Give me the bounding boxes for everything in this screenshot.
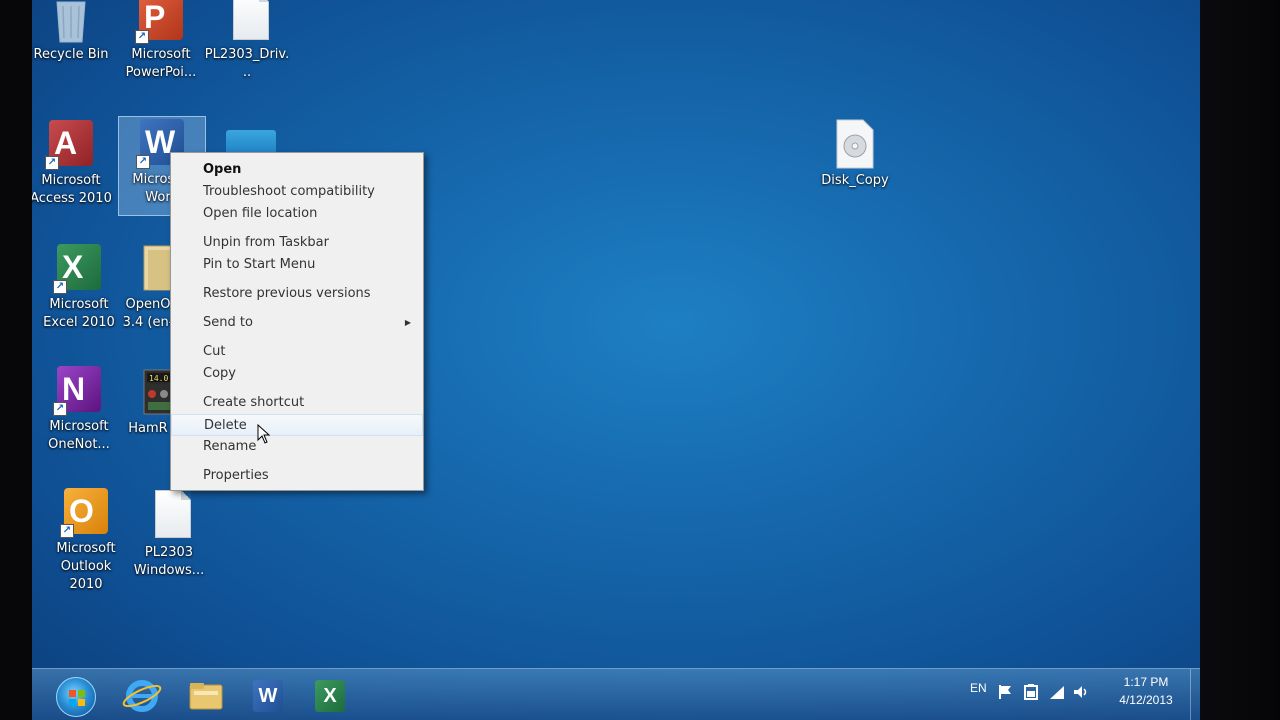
- menu-item-rename[interactable]: Rename: [171, 436, 423, 458]
- desktop-icon-label: PL2303 Windows...: [133, 545, 205, 578]
- folder-icon: [122, 242, 174, 294]
- desktop-icon-outlook[interactable]: O ↗ Microsoft Outlook 2010: [43, 486, 129, 594]
- mouse-cursor-icon: [257, 423, 271, 444]
- menu-item-troubleshoot-compatibility[interactable]: Troubleshoot compatibility: [171, 181, 423, 203]
- recycle-bin-icon: [45, 0, 97, 44]
- desktop-icon-onenote[interactable]: N ↗ Microsoft OneNot...: [36, 364, 122, 454]
- desktop-icon-label: Microsoft PowerPoi...: [125, 47, 197, 80]
- menu-item-pin-to-start-menu[interactable]: Pin to Start Menu: [171, 254, 423, 276]
- excel-icon: X: [315, 680, 345, 712]
- desktop-icon-excel[interactable]: X ↗ Microsoft Excel 2010: [36, 242, 122, 332]
- submenu-arrow-icon: ▶: [404, 318, 411, 327]
- volume-icon[interactable]: [1072, 683, 1090, 701]
- desktop-icon-recycle-bin[interactable]: Recycle Bin: [32, 0, 114, 64]
- power-icon[interactable]: [1022, 683, 1040, 701]
- desktop-icon-hamradio[interactable]: 14.0 HamR: [118, 366, 178, 438]
- menu-separator: [171, 385, 423, 392]
- svg-text:14.0: 14.0: [149, 374, 168, 383]
- desktop-icon-label: PL2303_Driv...: [204, 47, 290, 80]
- taskbar-excel[interactable]: X: [308, 677, 352, 715]
- taskbar-internet-explorer[interactable]: [120, 677, 164, 715]
- menu-separator: [171, 305, 423, 312]
- menu-item-restore-previous-versions[interactable]: Restore previous versions: [171, 283, 423, 305]
- file-icon: [143, 490, 195, 542]
- context-menu: Open Troubleshoot compatibility Open fil…: [170, 152, 424, 491]
- desktop-icon-label: HamR: [128, 421, 168, 436]
- desktop-icon-label: Recycle Bin: [33, 47, 109, 62]
- hamradio-icon: 14.0: [122, 366, 175, 418]
- clock[interactable]: 1:17 PM 4/12/2013: [1110, 673, 1182, 709]
- desktop-icon-label: Microsoft Outlook 2010: [56, 541, 116, 592]
- menu-separator: [171, 334, 423, 341]
- menu-item-properties[interactable]: Properties: [171, 465, 423, 487]
- desktop-icon-openoffice[interactable]: OpenO 3.4 (en-: [118, 242, 178, 332]
- menu-item-open-file-location[interactable]: Open file location: [171, 203, 423, 225]
- clock-time: 1:17 PM: [1123, 675, 1169, 689]
- desktop-icon-disk-copy[interactable]: Disk_Copy: [812, 118, 898, 190]
- desktop-icon-powerpoint[interactable]: P ↗ Microsoft PowerPoi...: [118, 0, 204, 82]
- monitor-bezel-left: [0, 0, 32, 720]
- file-explorer-icon: [189, 683, 223, 710]
- word-icon: W: [253, 680, 283, 712]
- desktop-icon-label: OpenO 3.4 (en-: [122, 297, 174, 330]
- menu-separator: [171, 276, 423, 283]
- taskbar-file-explorer[interactable]: [184, 677, 228, 715]
- desktop-icon-pl2303-driver[interactable]: PL2303_Driv...: [204, 0, 290, 82]
- windows-logo-icon: [69, 690, 85, 706]
- action-center-flag-icon[interactable]: [996, 683, 1014, 701]
- start-button[interactable]: [56, 677, 96, 717]
- taskbar: W X EN 1:17 PM 4/12/2013: [32, 668, 1200, 720]
- powerpoint-icon: P ↗: [135, 0, 187, 44]
- menu-separator: [171, 458, 423, 465]
- menu-item-unpin-from-taskbar[interactable]: Unpin from Taskbar: [171, 232, 423, 254]
- outlook-icon: O ↗: [60, 486, 112, 538]
- internet-explorer-icon: [122, 680, 162, 712]
- monitor-bezel-right: [1200, 0, 1280, 720]
- menu-item-label: Send to: [203, 315, 253, 330]
- desktop-icon-access[interactable]: A ↗ Microsoft Access 2010: [32, 118, 114, 208]
- access-icon: A ↗: [45, 118, 97, 170]
- desktop-icon-label: Microsoft Excel 2010: [43, 297, 115, 330]
- excel-icon: X ↗: [53, 242, 105, 294]
- language-indicator[interactable]: EN: [970, 681, 987, 695]
- file-icon: [221, 0, 273, 44]
- desktop-icon-label: Microsoft OneNot...: [48, 419, 110, 452]
- desktop-icon-label: Disk_Copy: [821, 173, 889, 188]
- menu-separator: [171, 225, 423, 232]
- clock-date: 4/12/2013: [1119, 693, 1173, 707]
- disk-image-icon: [829, 118, 881, 170]
- onenote-icon: N ↗: [53, 364, 105, 416]
- network-signal-icon[interactable]: [1048, 683, 1066, 701]
- taskbar-word[interactable]: W: [246, 677, 290, 715]
- menu-item-send-to[interactable]: Send to ▶: [171, 312, 423, 334]
- menu-item-create-shortcut[interactable]: Create shortcut: [171, 392, 423, 414]
- desktop-icon-pl2303-windows[interactable]: PL2303 Windows...: [126, 490, 212, 580]
- menu-item-cut[interactable]: Cut: [171, 341, 423, 363]
- menu-item-copy[interactable]: Copy: [171, 363, 423, 385]
- system-tray: EN 1:17 PM 4/12/2013: [960, 669, 1200, 720]
- desktop-icon-label: Microsoft Access 2010: [32, 173, 112, 206]
- show-desktop-button[interactable]: [1190, 669, 1200, 720]
- menu-item-open[interactable]: Open: [171, 159, 423, 181]
- menu-item-delete[interactable]: Delete: [171, 414, 423, 436]
